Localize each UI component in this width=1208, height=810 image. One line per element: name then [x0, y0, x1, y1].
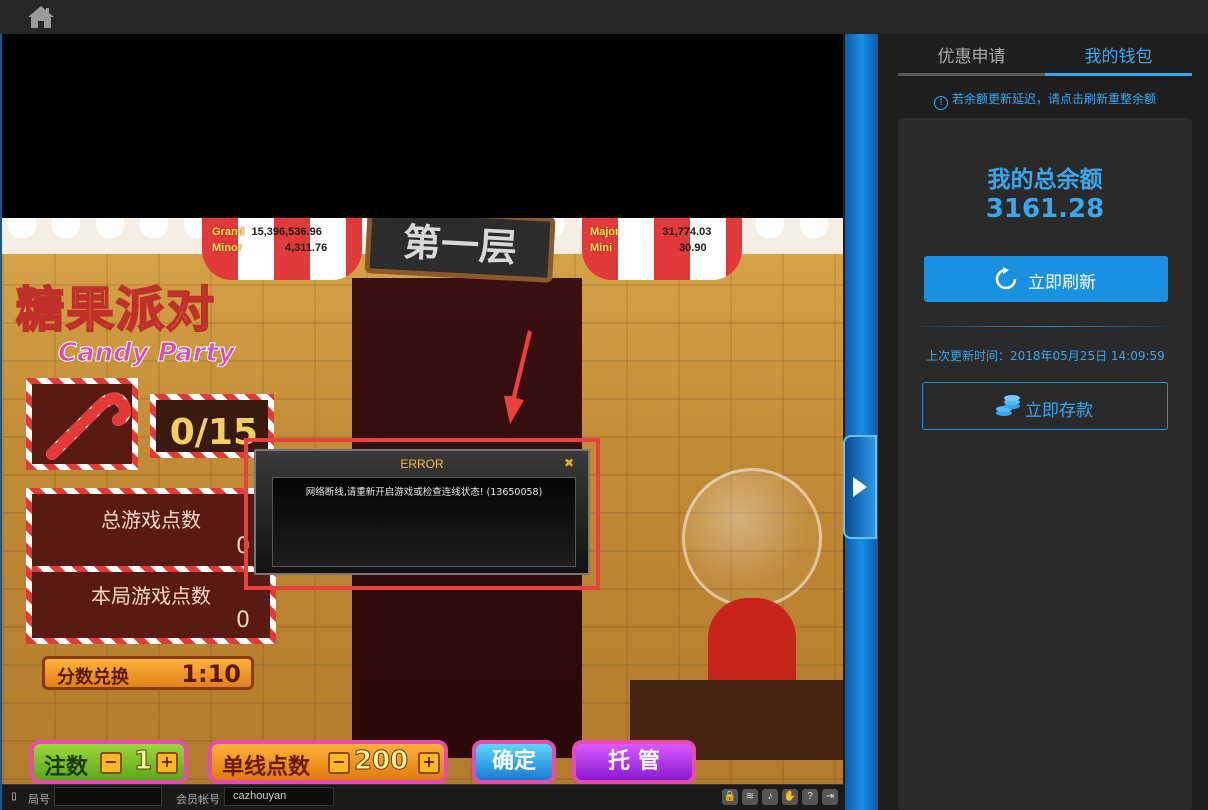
screen: Grand 15,396,536.96 Minor 4,311.76 Major… [0, 0, 1208, 810]
bets-minus-button[interactable]: − [100, 752, 122, 774]
round-points-label: 本局游戏点数 [91, 584, 211, 608]
balance-amount: 3161.28 [985, 194, 1105, 224]
panel-divider [845, 34, 878, 810]
line-points-control: 单线点数 − 200 + [208, 740, 448, 784]
hand-icon[interactable]: ✋ [782, 789, 798, 805]
tab-promotions[interactable]: 优惠申请 [898, 42, 1045, 76]
bets-plus-button[interactable]: + [156, 752, 178, 774]
refresh-notice: ! 若余额更新延迟，请点击刷新重整余额 [898, 90, 1192, 110]
error-title: ERROR [400, 457, 444, 471]
refresh-icon [995, 267, 1017, 290]
gumball-machine [682, 468, 822, 688]
help-icon[interactable]: ? [802, 789, 818, 805]
member-account-field: cazhouyan [224, 787, 334, 806]
info-icon: ! [933, 96, 948, 110]
error-dialog: ERROR ✖ 网络断线,请重新开启游戏或检查连线状态! (13650058) [254, 449, 590, 575]
round-number-field [54, 787, 162, 806]
wallet-panel: 优惠申请 我的钱包 ! 若余额更新延迟，请点击刷新重整余额 我的总余额 3161.… [878, 34, 1208, 810]
line-points-plus-button[interactable]: + [418, 752, 440, 774]
bets-control: 注数 − 1 + [30, 740, 188, 784]
points-divider [32, 566, 270, 572]
line-points-value: 200 [353, 746, 409, 777]
game-logo: 糖果派对 Candy Party [15, 281, 235, 369]
round-number-label: 局号 [28, 794, 50, 806]
jackpot-mini: Mini 30.90 [590, 242, 707, 254]
annotation-arrow [504, 330, 532, 424]
round-points-value: 0 [236, 608, 250, 633]
rss-icon[interactable]: ≋ [742, 789, 758, 805]
balance-title: 我的总余额 [987, 167, 1103, 193]
arrow-right-icon [853, 477, 867, 497]
total-points-label: 总游戏点数 [101, 508, 201, 532]
last-update-time: 上次更新时间：2018年05月25日 14:09:59 [926, 349, 1165, 363]
tab-my-wallet[interactable]: 我的钱包 [1045, 42, 1192, 76]
game-viewport: Grand 15,396,536.96 Minor 4,311.76 Major… [0, 34, 845, 810]
jackpot-major: Major 31,774.03 [590, 226, 712, 238]
close-icon[interactable]: ✖ [562, 456, 576, 470]
coins-icon [996, 395, 1020, 416]
top-bar [0, 0, 1208, 34]
deposit-button[interactable]: 立即存款 [922, 382, 1168, 430]
candy-cane-panel [26, 378, 138, 470]
line-points-minus-button[interactable]: − [328, 752, 350, 774]
jackpot-minor: Minor 4,311.76 [212, 242, 328, 254]
lock-icon[interactable]: 🔒 [722, 789, 738, 805]
member-account-label: 会员帐号 [176, 794, 220, 806]
confirm-button[interactable]: 确定 [472, 740, 556, 784]
bets-value: 1 [133, 746, 153, 777]
status-bar: ▯ 局号 会员帐号 cazhouyan 🔒 ≋ ♪ ✋ ? ⇥ [2, 784, 845, 810]
score-exchange: 分数兑换 1:10 [42, 656, 254, 690]
balance-card: 我的总余额 3161.28 立即刷新 上次更新时间：2018年05月25日 14… [898, 118, 1192, 810]
collapse-panel-button[interactable] [843, 435, 877, 539]
trash-icon[interactable]: ▯ [6, 789, 22, 805]
points-panel: 总游戏点数 0 本局游戏点数 0 [26, 488, 276, 644]
music-icon[interactable]: ♪ [762, 789, 778, 805]
error-body: 网络断线,请重新开启游戏或检查连线状态! (13650058) [272, 477, 576, 567]
exit-icon[interactable]: ⇥ [822, 789, 838, 805]
refresh-button[interactable]: 立即刷新 [924, 256, 1168, 302]
candy-cane-icon [46, 392, 132, 460]
floor-sign: 第一层 [364, 218, 556, 283]
home-icon[interactable] [27, 4, 55, 30]
card-separator [910, 326, 1180, 327]
auto-play-button[interactable]: 托 管 [572, 740, 696, 784]
jackpot-grand: Grand 15,396,536.96 [212, 226, 322, 238]
error-message: 网络断线,请重新开启游戏或检查连线状态! (13650058) [305, 487, 543, 498]
